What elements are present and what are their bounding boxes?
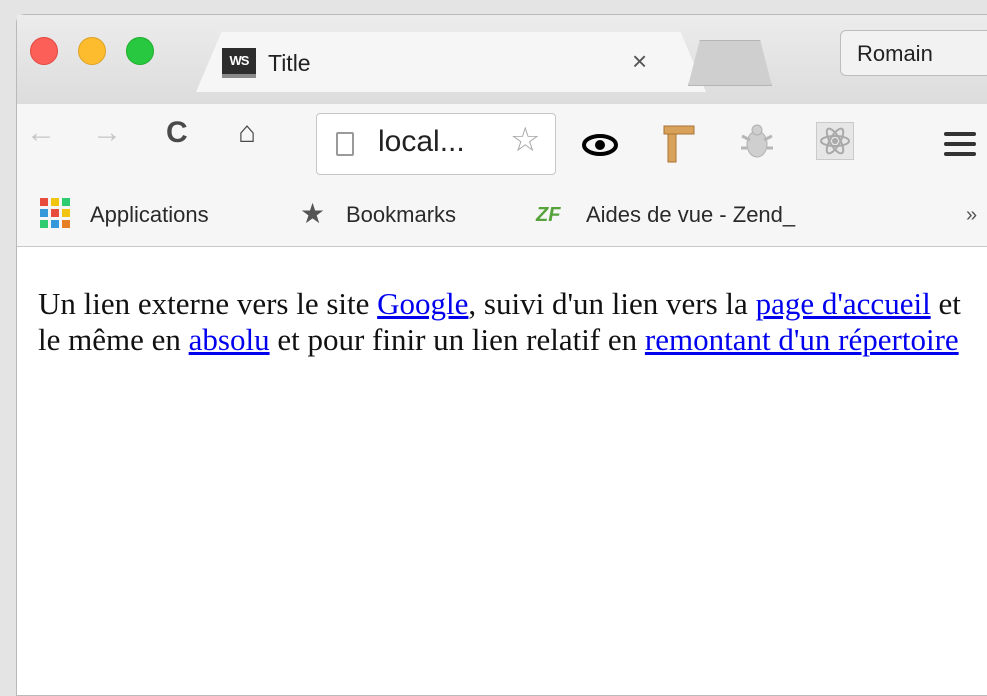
minimize-window-button[interactable] [78,37,106,65]
atom-extension-icon[interactable] [816,122,854,160]
close-window-button[interactable] [30,37,58,65]
profile-button[interactable]: Romain [840,30,987,76]
tab-title: Title [268,50,311,76]
apps-grid-icon[interactable] [40,198,70,228]
home-icon[interactable]: ⌂ [238,116,256,150]
link-absolute[interactable]: absolu [189,322,270,357]
zf-favicon-icon: ZF [536,204,561,226]
bug-extension-icon[interactable] [738,122,776,162]
page-icon [336,132,354,156]
forward-arrow-icon[interactable]: → [92,116,122,150]
bookmark-star-icon[interactable]: ☆ [510,122,540,158]
tab-favicon-icon: WS [222,48,256,78]
bookmark-bookmarks[interactable]: Bookmarks [346,200,456,230]
tab-close-icon[interactable]: × [632,46,647,76]
new-tab-button[interactable] [688,40,772,86]
text-segment: Un lien externe vers le site [38,286,378,321]
back-arrow-icon[interactable]: ← [26,116,56,150]
eye-extension-icon[interactable] [582,134,618,156]
ruler-extension-icon[interactable] [660,122,696,164]
link-google[interactable]: Google [377,286,468,321]
maximize-window-button[interactable] [126,37,154,65]
bookmark-applications[interactable]: Applications [90,200,209,230]
text-segment: , suivi d'un lien vers la [468,286,756,321]
address-bar-url[interactable]: local... [378,124,465,160]
reload-icon[interactable]: C [166,116,188,150]
bookmarks-star-icon[interactable]: ★ [300,198,325,230]
bookmarks-overflow-chevron-icon[interactable]: » [966,202,977,228]
menu-icon[interactable] [944,132,976,156]
text-segment: et pour finir un lien relatif en [269,322,645,357]
page-content: Un lien externe vers le site Google, sui… [38,286,968,358]
link-parent-directory[interactable]: remontant d'un répertoire [645,322,959,357]
bookmark-zend-view-helpers[interactable]: Aides de vue - Zend_ [586,200,795,230]
link-home-page[interactable]: page d'accueil [756,286,931,321]
